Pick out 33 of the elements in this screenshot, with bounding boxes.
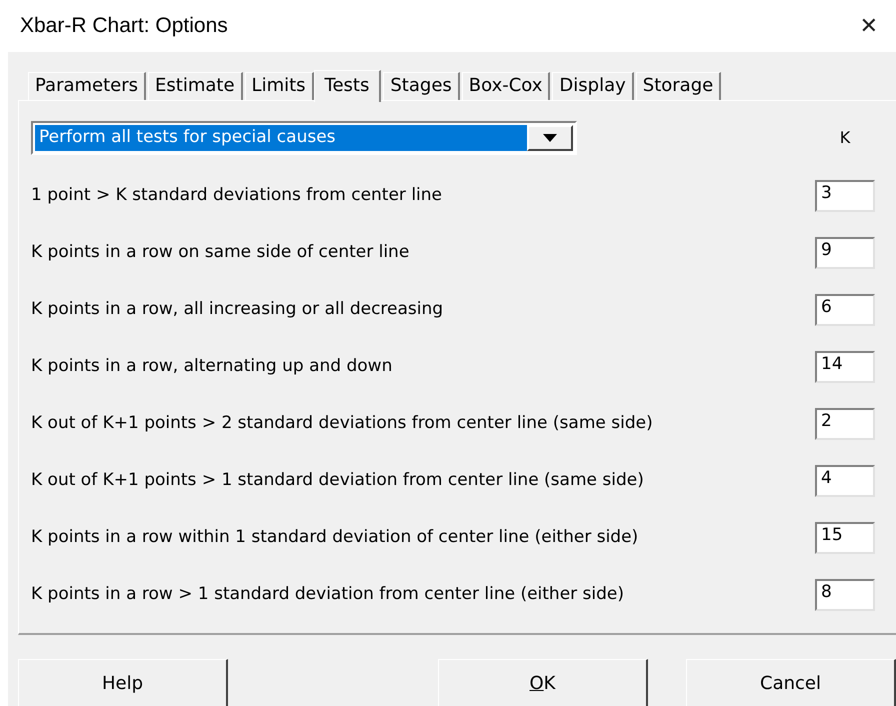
tab[interactable]: Box-Cox (462, 72, 550, 100)
tab[interactable]: Parameters (28, 72, 146, 100)
dialog-button[interactable]: Help (18, 659, 228, 706)
tab[interactable]: Storage (636, 72, 722, 100)
dialog-button[interactable]: Cancel (686, 659, 896, 706)
k-value-field[interactable]: 14 (815, 350, 875, 382)
tab[interactable]: Display (552, 72, 634, 100)
test-label: K points in a row within 1 standard deviation of center line (either side) (31, 526, 638, 549)
k-value-field[interactable]: 6 (815, 294, 875, 326)
test-label: K out of K+1 points > 2 standard deviations from center line (same side) (31, 412, 653, 435)
window-title: Xbar-R Chart: Options (20, 13, 228, 40)
dialog-button[interactable]: OK (438, 659, 648, 706)
column-header: K (838, 127, 852, 149)
dropdown-arrow-button[interactable] (527, 125, 573, 151)
caret-icon (543, 134, 557, 142)
test-label: 1 point > K standard deviations from center line (31, 184, 442, 207)
test-label: K points in a row, all increasing or all decreasing (31, 298, 444, 321)
k-value-field[interactable]: 3 (815, 180, 875, 212)
k-value-field[interactable]: 15 (815, 522, 875, 554)
close-button[interactable]: ✕ (860, 10, 878, 42)
k-value-field[interactable]: 8 (815, 578, 875, 610)
tab[interactable]: Stages (383, 72, 460, 100)
test-label: K points in a row, alternating up and down (31, 354, 392, 378)
test-label: K points in a row on same side of center line (31, 240, 410, 264)
tab[interactable]: Estimate (148, 72, 243, 100)
k-value-field[interactable]: 4 (815, 464, 875, 496)
tab[interactable]: Limits (244, 72, 314, 100)
test-label: K points in a row > 1 standard deviation from center line (either side) (31, 582, 624, 606)
tab[interactable]: Tests (314, 70, 382, 102)
k-value-field[interactable]: 2 (815, 408, 875, 440)
test-label: K out of K+1 points > 1 standard deviation from center line (same side) (31, 468, 644, 492)
dropdown[interactable]: Perform all tests for special causes (31, 121, 577, 155)
k-value-field[interactable]: 9 (815, 236, 875, 268)
